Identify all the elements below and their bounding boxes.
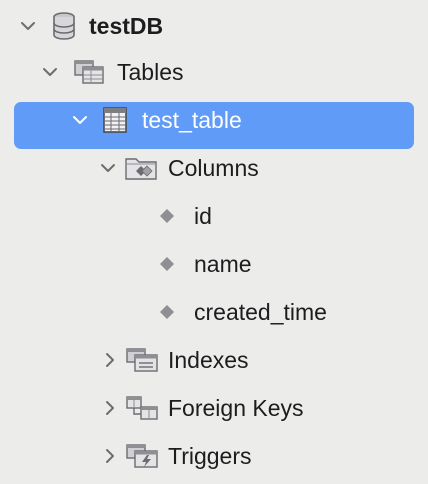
tree-node-indexes[interactable]: Indexes [0, 338, 428, 382]
tree-node-label: Foreign Keys [168, 394, 304, 421]
column-diamond-icon [159, 194, 175, 238]
tree-node-label: Indexes [168, 346, 249, 373]
columns-folder-icon [125, 146, 159, 190]
foreign-keys-folder-icon [125, 386, 159, 430]
chevron-down-icon[interactable] [20, 4, 36, 48]
tree-node-label: Tables [117, 58, 184, 85]
column-item-id[interactable]: id [0, 194, 428, 238]
tree-node-label: testDB [89, 12, 164, 39]
tree-node-foreign-keys[interactable]: Foreign Keys [0, 386, 428, 430]
chevron-down-icon[interactable] [42, 50, 58, 94]
chevron-right-icon[interactable] [102, 434, 118, 478]
indexes-folder-icon [125, 338, 159, 382]
tree-node-label: test_table [142, 106, 242, 133]
chevron-down-icon[interactable] [100, 146, 116, 190]
column-item-created-time[interactable]: created_time [0, 290, 428, 334]
column-item-name[interactable]: name [0, 242, 428, 286]
database-tree: testDB Tables test_table Columns id name… [0, 0, 428, 484]
tree-node-label: Columns [168, 154, 259, 181]
column-label: created_time [194, 298, 327, 325]
tree-node-tables[interactable]: Tables [0, 50, 428, 94]
column-label: name [194, 250, 252, 277]
column-diamond-icon [159, 290, 175, 334]
tree-node-test-table[interactable]: test_table [0, 98, 428, 142]
triggers-folder-icon [125, 434, 159, 478]
tree-node-columns[interactable]: Columns [0, 146, 428, 190]
column-label: id [194, 202, 212, 229]
chevron-down-icon[interactable] [72, 98, 88, 142]
database-icon [51, 4, 77, 48]
chevron-right-icon[interactable] [102, 338, 118, 382]
table-grid-icon [103, 98, 127, 142]
tree-node-testdb[interactable]: testDB [0, 4, 428, 48]
column-diamond-icon [159, 242, 175, 286]
tables-folder-icon [74, 50, 106, 94]
tree-node-label: Triggers [168, 442, 252, 469]
chevron-right-icon[interactable] [102, 386, 118, 430]
tree-node-triggers[interactable]: Triggers [0, 434, 428, 478]
